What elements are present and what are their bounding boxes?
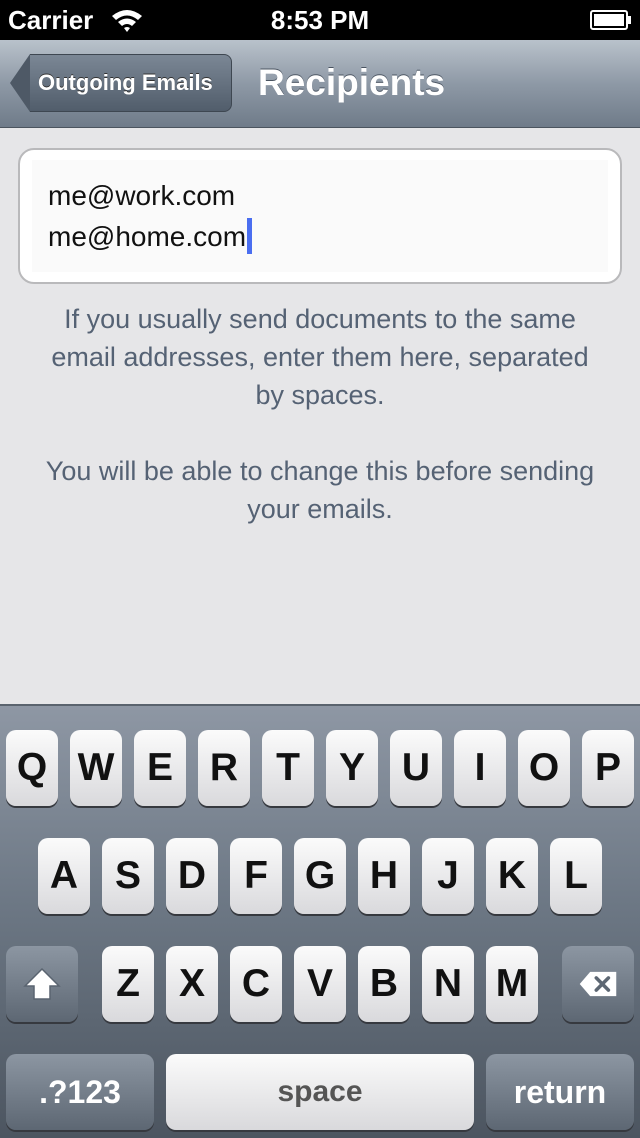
space-key[interactable]: space bbox=[166, 1054, 474, 1130]
help-text-usage: If you usually send documents to the sam… bbox=[51, 304, 589, 410]
key-f[interactable]: F bbox=[230, 838, 282, 914]
recipient-line: me@home.com bbox=[48, 218, 253, 254]
help-text-change: You will be able to change this before s… bbox=[45, 456, 595, 524]
back-button[interactable]: Outgoing Emails bbox=[10, 54, 232, 112]
back-arrow-icon bbox=[10, 54, 30, 112]
shift-key[interactable] bbox=[6, 946, 78, 1022]
key-q[interactable]: Q bbox=[6, 730, 58, 806]
key-p[interactable]: P bbox=[582, 730, 634, 806]
key-b[interactable]: B bbox=[358, 946, 410, 1022]
navigation-bar: Outgoing Emails Recipients bbox=[0, 40, 640, 128]
key-z[interactable]: Z bbox=[102, 946, 154, 1022]
delete-key[interactable] bbox=[562, 946, 634, 1022]
key-s[interactable]: S bbox=[102, 838, 154, 914]
battery-icon bbox=[590, 10, 631, 30]
key-t[interactable]: T bbox=[262, 730, 314, 806]
keyboard: Q W E R T Y U I O P A S D F G H J K L Z … bbox=[0, 704, 640, 1138]
key-h[interactable]: H bbox=[358, 838, 410, 914]
key-e[interactable]: E bbox=[134, 730, 186, 806]
key-v[interactable]: V bbox=[294, 946, 346, 1022]
recipient-line: me@work.com bbox=[48, 180, 235, 212]
key-i[interactable]: I bbox=[454, 730, 506, 806]
key-w[interactable]: W bbox=[70, 730, 122, 806]
key-j[interactable]: J bbox=[422, 838, 474, 914]
key-x[interactable]: X bbox=[166, 946, 218, 1022]
recipient-text: me@work.com bbox=[48, 180, 236, 211]
shift-icon bbox=[23, 967, 61, 1000]
recipients-text-area-inner[interactable]: me@work.com me@home.com bbox=[32, 160, 608, 272]
key-a[interactable]: A bbox=[38, 838, 90, 914]
key-r[interactable]: R bbox=[198, 730, 250, 806]
recipient-text: me@home.com bbox=[48, 221, 247, 252]
text-cursor bbox=[247, 218, 253, 254]
return-key[interactable]: return bbox=[486, 1054, 634, 1130]
key-n[interactable]: N bbox=[422, 946, 474, 1022]
key-l[interactable]: L bbox=[550, 838, 602, 914]
status-time: 8:53 PM bbox=[270, 5, 370, 35]
key-c[interactable]: C bbox=[230, 946, 282, 1022]
key-o[interactable]: O bbox=[518, 730, 570, 806]
recipients-text-area[interactable]: me@work.com me@home.com bbox=[18, 148, 622, 284]
key-m[interactable]: M bbox=[486, 946, 538, 1022]
key-y[interactable]: Y bbox=[326, 730, 378, 806]
back-button-label: Outgoing Emails bbox=[38, 70, 213, 95]
key-u[interactable]: U bbox=[390, 730, 442, 806]
key-g[interactable]: G bbox=[294, 838, 346, 914]
key-k[interactable]: K bbox=[486, 838, 538, 914]
numbers-key[interactable]: .?123 bbox=[6, 1054, 154, 1130]
status-bar: Carrier 8:53 PM bbox=[0, 0, 640, 40]
delete-icon bbox=[579, 971, 617, 997]
key-d[interactable]: D bbox=[166, 838, 218, 914]
page-title: Recipients bbox=[258, 62, 446, 103]
